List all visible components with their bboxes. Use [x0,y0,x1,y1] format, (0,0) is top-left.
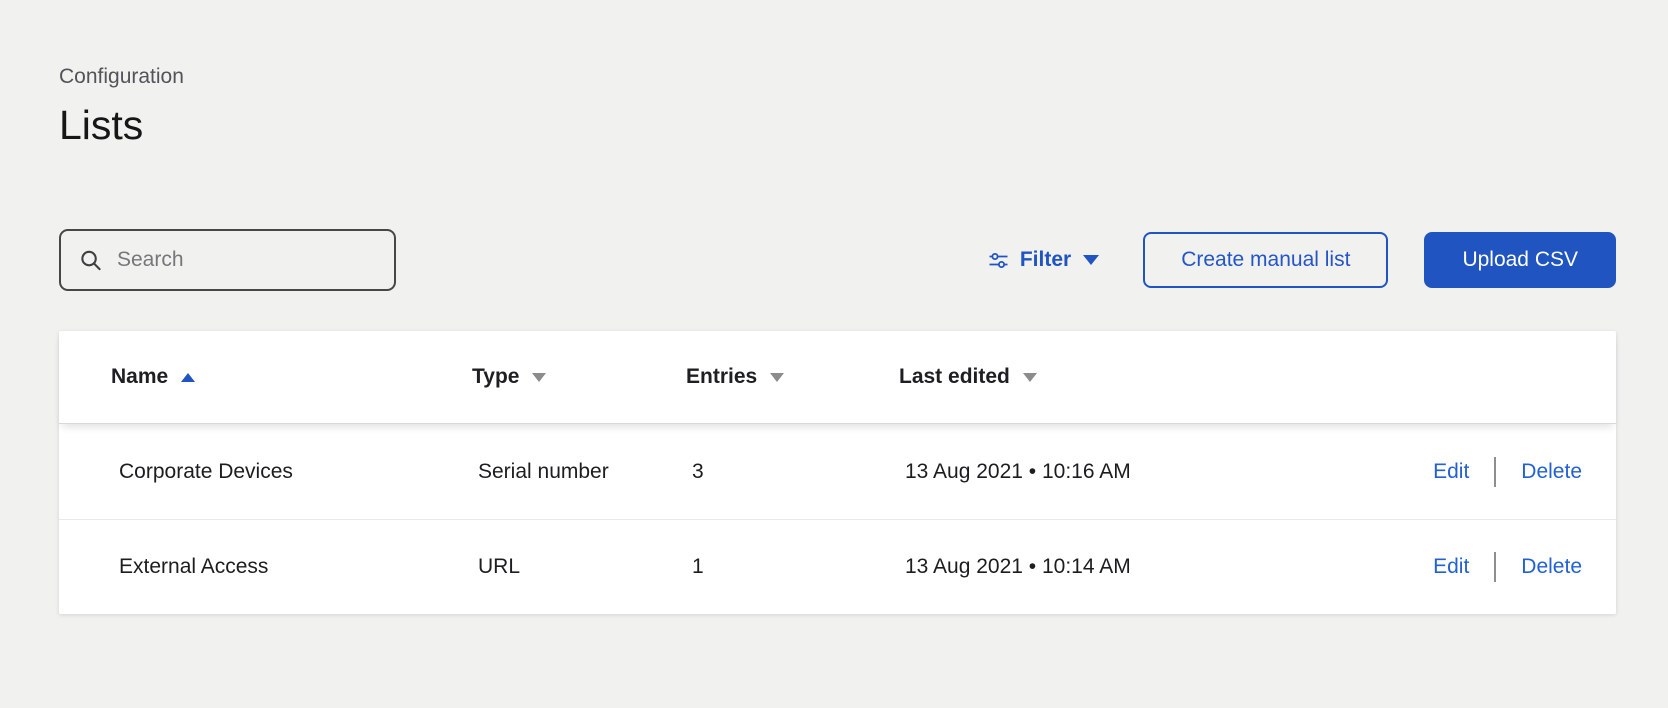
column-header-last-edited[interactable]: Last edited [899,365,1419,389]
table-header-row: Name Type Entries Last edited [59,331,1616,424]
table-row: External Access URL 1 13 Aug 2021 • 10:1… [59,519,1616,614]
caret-down-icon [1083,255,1099,265]
sort-desc-icon [532,373,546,382]
search-input[interactable] [59,229,396,291]
column-header-entries[interactable]: Entries [686,365,899,389]
sort-asc-icon [181,373,195,382]
column-header-type[interactable]: Type [472,365,686,389]
filter-label: Filter [1020,248,1071,272]
edit-link[interactable]: Edit [1433,460,1469,484]
upload-csv-button[interactable]: Upload CSV [1424,232,1616,288]
delete-link[interactable]: Delete [1521,555,1582,579]
list-name-cell: Corporate Devices [59,460,472,484]
search-field-wrap [59,229,396,291]
column-header-name-label: Name [111,365,168,389]
list-name-cell: External Access [59,555,472,579]
table-row: Corporate Devices Serial number 3 13 Aug… [59,424,1616,519]
breadcrumb: Configuration [59,64,1616,89]
page-content: Configuration Lists Filter Create manua [59,0,1616,614]
action-divider [1494,552,1496,582]
delete-link[interactable]: Delete [1521,460,1582,484]
filter-dropdown[interactable]: Filter [988,248,1099,272]
column-header-type-label: Type [472,365,519,389]
row-actions: Edit Delete [1419,552,1616,582]
column-header-last-edited-label: Last edited [899,365,1010,389]
list-type-cell: Serial number [472,460,686,484]
list-entries-cell: 3 [686,460,899,484]
lists-table: Name Type Entries Last edited Corporate … [59,331,1616,614]
page-title: Lists [59,103,1616,148]
toolbar: Filter Create manual list Upload CSV [59,229,1616,291]
column-header-name[interactable]: Name [59,365,472,389]
list-last-edited-cell: 13 Aug 2021 • 10:16 AM [899,460,1419,484]
filter-sliders-icon [988,250,1009,271]
row-actions: Edit Delete [1419,457,1616,487]
edit-link[interactable]: Edit [1433,555,1469,579]
list-type-cell: URL [472,555,686,579]
toolbar-actions: Filter Create manual list Upload CSV [988,232,1616,288]
list-entries-cell: 1 [686,555,899,579]
list-last-edited-cell: 13 Aug 2021 • 10:14 AM [899,555,1419,579]
column-header-entries-label: Entries [686,365,757,389]
create-manual-list-button[interactable]: Create manual list [1143,232,1388,288]
action-divider [1494,457,1496,487]
sort-desc-icon [770,373,784,382]
sort-desc-icon [1023,373,1037,382]
